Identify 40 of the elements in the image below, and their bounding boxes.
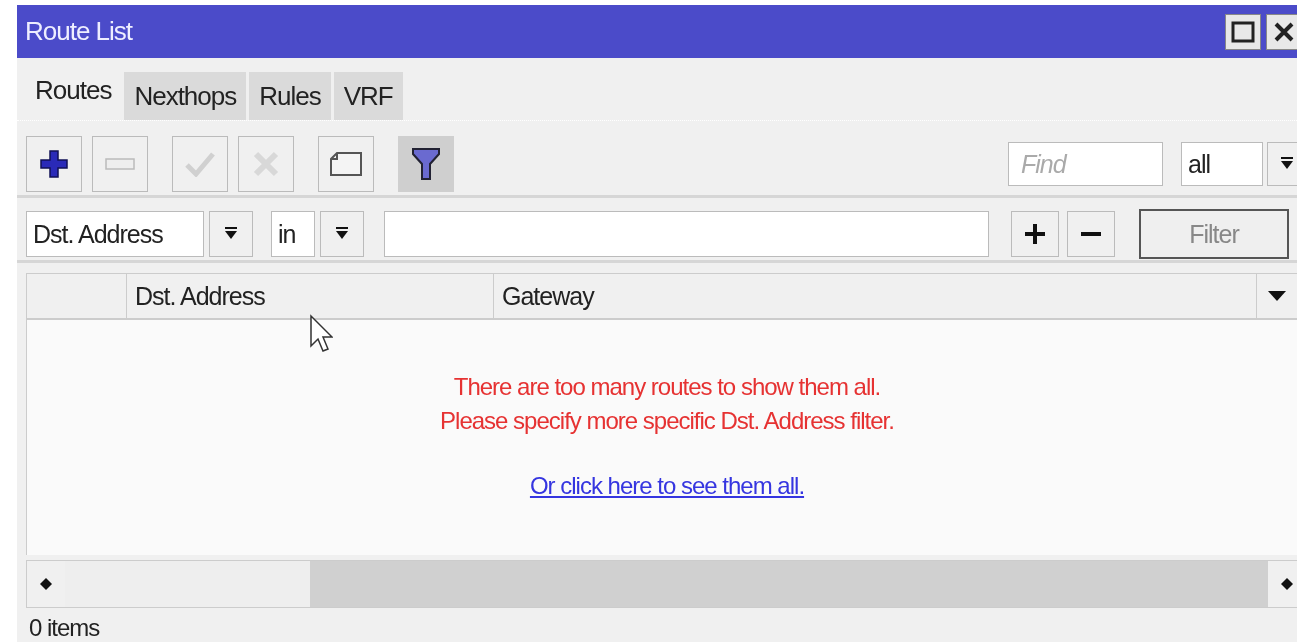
column-header[interactable]: Gateway <box>493 274 1256 318</box>
item-count: 0 items <box>29 614 100 641</box>
scroll-left-icon <box>40 578 52 590</box>
close-button[interactable] <box>1266 13 1297 50</box>
add-button[interactable] <box>26 136 82 192</box>
horizontal-scrollbar[interactable] <box>26 560 1297 608</box>
add-condition-button[interactable] <box>1011 211 1059 257</box>
warning-message: Please specify more specific Dst. Address filter. <box>440 406 894 436</box>
filter-icon <box>412 147 440 181</box>
scope-select[interactable]: all <box>1181 142 1263 186</box>
plus-icon <box>1025 224 1045 244</box>
filter-button[interactable] <box>398 136 454 192</box>
dropdown-button[interactable] <box>209 211 253 257</box>
filter-value-field[interactable] <box>384 211 989 257</box>
operator-select[interactable]: in <box>271 211 315 257</box>
maximize-button[interactable] <box>1225 13 1261 50</box>
maximize-icon <box>1231 20 1255 43</box>
dropdown-arrow-icon <box>1280 157 1294 171</box>
dropdown-arrow-icon <box>335 227 349 241</box>
warning-message: There are too many routes to show them all. <box>453 372 881 402</box>
tab[interactable]: VRF <box>333 72 403 120</box>
show-all-link[interactable]: Or click here to see them all. <box>529 472 805 500</box>
dropdown-button[interactable] <box>1267 142 1297 186</box>
minus-icon <box>105 158 135 170</box>
caret-icon <box>1267 291 1286 301</box>
plus-icon <box>39 149 69 179</box>
dropdown-button[interactable] <box>320 211 364 257</box>
note-icon <box>329 151 363 177</box>
window-title: Route List <box>25 16 134 47</box>
checkmark-icon <box>185 151 215 177</box>
cross-icon <box>253 151 279 177</box>
minus-icon <box>1081 232 1101 236</box>
dropdown-arrow-icon <box>224 227 238 241</box>
close-icon <box>1273 20 1295 43</box>
tab[interactable]: Nexthops <box>124 72 247 120</box>
scroll-right-icon <box>1281 578 1293 590</box>
comment-button[interactable] <box>318 136 374 192</box>
property-select[interactable]: Dst. Address <box>26 211 204 257</box>
remove-condition-button[interactable] <box>1067 211 1115 257</box>
tab[interactable]: Rules <box>249 72 331 120</box>
